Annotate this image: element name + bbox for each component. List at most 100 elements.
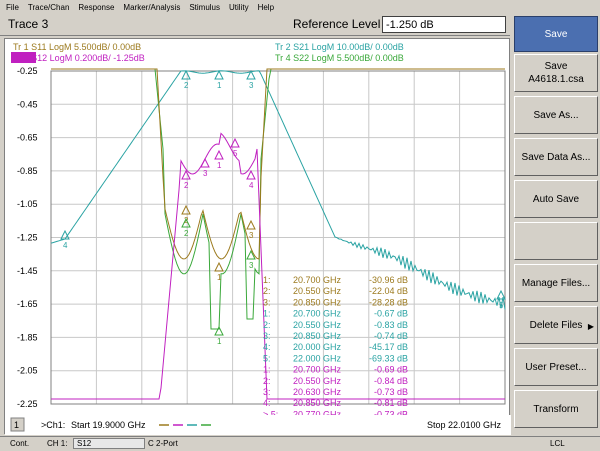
marker-number: 3 xyxy=(249,81,254,90)
trace-title: Trace 3 xyxy=(8,17,49,31)
marker-row-frequency: 22.000 GHz xyxy=(293,353,342,363)
softkey-label: Manage Files... xyxy=(521,277,591,289)
marker-row-number: 4: xyxy=(263,342,271,352)
marker-number: 3 xyxy=(249,231,254,240)
marker-number: 3 xyxy=(249,261,254,270)
y-tick-label: -0.25 xyxy=(17,66,38,76)
marker-row-frequency: 20.630 GHz xyxy=(293,387,342,397)
status-lcl: LCL xyxy=(550,439,565,448)
menu-response[interactable]: Response xyxy=(78,3,114,12)
trace-header-label: Tr 4 S22 LogM 5.500dB/ 0.00dB xyxy=(275,53,404,63)
marker-triangle-icon xyxy=(200,157,210,168)
menu-trace-chan[interactable]: Trace/Chan xyxy=(28,3,70,12)
marker-triangle-icon xyxy=(214,149,224,160)
marker-row-value: -22.04 dB xyxy=(369,286,408,296)
softkey-2[interactable]: Save A4618.1.csa xyxy=(514,54,598,92)
marker-triangle-icon xyxy=(181,204,191,215)
marker-row-number: 1: xyxy=(263,365,271,375)
y-tick-label: -0.85 xyxy=(17,166,38,176)
trace-header-label: Tr 1 S11 LogM 5.500dB/ 0.00dB xyxy=(13,42,141,52)
menu-bar: File Trace/Chan Response Marker/Analysis Sti… xyxy=(0,0,600,14)
softkey-1[interactable]: Save xyxy=(514,16,598,52)
marker-number: 5 xyxy=(499,301,504,310)
marker-row-frequency: 20.850 GHz xyxy=(293,331,342,341)
softkey-label: Save Data As... xyxy=(521,151,591,163)
title-bar: Trace 3 Reference Level xyxy=(0,14,510,36)
marker-row-value: -0.74 dB xyxy=(374,331,408,341)
marker-row-number: 3: xyxy=(263,387,271,397)
menu-marker-analysis[interactable]: Marker/Analysis xyxy=(123,3,180,12)
softkey-4[interactable]: Save Data As... xyxy=(514,138,598,176)
plot-area: -0.25 -0.45 -0.65 -0.85 -1.05 -1.25 -1.45 -1.65… xyxy=(4,38,511,435)
stop-frequency: Stop 22.0100 GHz xyxy=(427,420,502,430)
marker-number: 2 xyxy=(184,229,189,238)
marker-row-value: -45.17 dB xyxy=(369,342,408,352)
marker-row-number: 3: xyxy=(263,331,271,341)
marker-row-frequency: 20.700 GHz xyxy=(293,365,342,375)
status-bar: Cont. CH 1: S12 C 2-Port LCL xyxy=(0,436,600,451)
marker-row-value: -30.96 dB xyxy=(369,275,408,285)
softkey-7[interactable]: Manage Files... xyxy=(514,264,598,302)
reference-level-input[interactable] xyxy=(382,16,506,33)
marker-number: 4 xyxy=(249,181,254,190)
softkey-label: User Preset... xyxy=(525,361,587,373)
marker-triangle-icon xyxy=(181,69,191,80)
softkey-8[interactable]: Delete Files ▶ xyxy=(514,306,598,344)
marker-row-value: -0.84 dB xyxy=(374,376,408,386)
status-channel: CH 1: xyxy=(47,439,68,448)
softkey-label: Save As... xyxy=(533,109,579,121)
marker-triangle-icon xyxy=(214,261,224,272)
softkey-6[interactable] xyxy=(514,222,598,260)
status-param[interactable]: S12 xyxy=(73,438,145,449)
marker-row-value: -0.69 dB xyxy=(374,365,408,375)
marker-row-value: -28.28 dB xyxy=(369,297,408,307)
marker-row-frequency: 20.000 GHz xyxy=(293,342,342,352)
y-tick-label: -0.65 xyxy=(17,133,38,143)
marker-row-value: -69.33 dB xyxy=(369,353,408,363)
marker-row-number: 2: xyxy=(263,286,271,296)
menu-help[interactable]: Help xyxy=(258,3,274,12)
status-port: C 2-Port xyxy=(148,439,178,448)
trace-chart: -0.25 -0.45 -0.65 -0.85 -1.05 -1.25 -1.45 -1.65… xyxy=(5,42,511,435)
trace-header-label: Tr 3 S12 LogM 0.200dB/ -1.25dB xyxy=(13,53,145,63)
marker-number: 1 xyxy=(217,161,222,170)
marker-row-value: -0.83 dB xyxy=(374,320,408,330)
marker-row-frequency: 20.550 GHz xyxy=(293,376,342,386)
marker-number: 1 xyxy=(217,81,222,90)
menu-utility[interactable]: Utility xyxy=(229,3,249,12)
marker-row-number: 1: xyxy=(263,309,271,319)
y-tick-label: -0.45 xyxy=(17,99,38,109)
softkey-label: Auto Save xyxy=(532,193,580,205)
softkey-label: Delete Files xyxy=(529,319,583,331)
marker-row-value: -0.73 dB xyxy=(374,387,408,397)
marker-row-frequency: 20.850 GHz xyxy=(293,398,342,408)
marker-row-number: 5: xyxy=(263,353,271,363)
softkey-3[interactable]: Save As... xyxy=(514,96,598,134)
status-cont: Cont. xyxy=(10,439,30,448)
marker-row-number: 1: xyxy=(263,275,271,285)
marker-row-frequency: 20.700 GHz xyxy=(293,275,342,285)
marker-row-number: 2: xyxy=(263,320,271,330)
marker-triangle-icon xyxy=(214,69,224,80)
marker-number: 3 xyxy=(203,169,208,178)
trace-header-label: Tr 2 S21 LogM 10.00dB/ 0.00dB xyxy=(275,42,404,52)
marker-row-frequency: 20.850 GHz xyxy=(293,297,342,307)
marker-triangle-icon xyxy=(496,289,506,300)
marker-number: 2 xyxy=(184,181,189,190)
marker-number: 2 xyxy=(184,81,189,90)
y-tick-label: -1.05 xyxy=(17,199,38,209)
softkey-5[interactable]: Auto Save xyxy=(514,180,598,218)
marker-row-value: -0.67 dB xyxy=(374,309,408,319)
menu-file[interactable]: File xyxy=(6,3,19,12)
y-tick-label: -1.85 xyxy=(17,332,38,342)
softkey-10[interactable]: Transform xyxy=(514,390,598,428)
softkey-label: Save xyxy=(544,28,568,40)
marker-number: 4 xyxy=(63,241,68,250)
channel-number: 1 xyxy=(14,420,19,430)
y-tick-label: -1.25 xyxy=(17,233,38,243)
softkey-9[interactable]: User Preset... xyxy=(514,348,598,386)
menu-stimulus[interactable]: Stimulus xyxy=(189,3,220,12)
marker-row-number: 2: xyxy=(263,376,271,386)
marker-row-frequency: 20.550 GHz xyxy=(293,320,342,330)
marker-triangle-icon xyxy=(246,169,256,180)
